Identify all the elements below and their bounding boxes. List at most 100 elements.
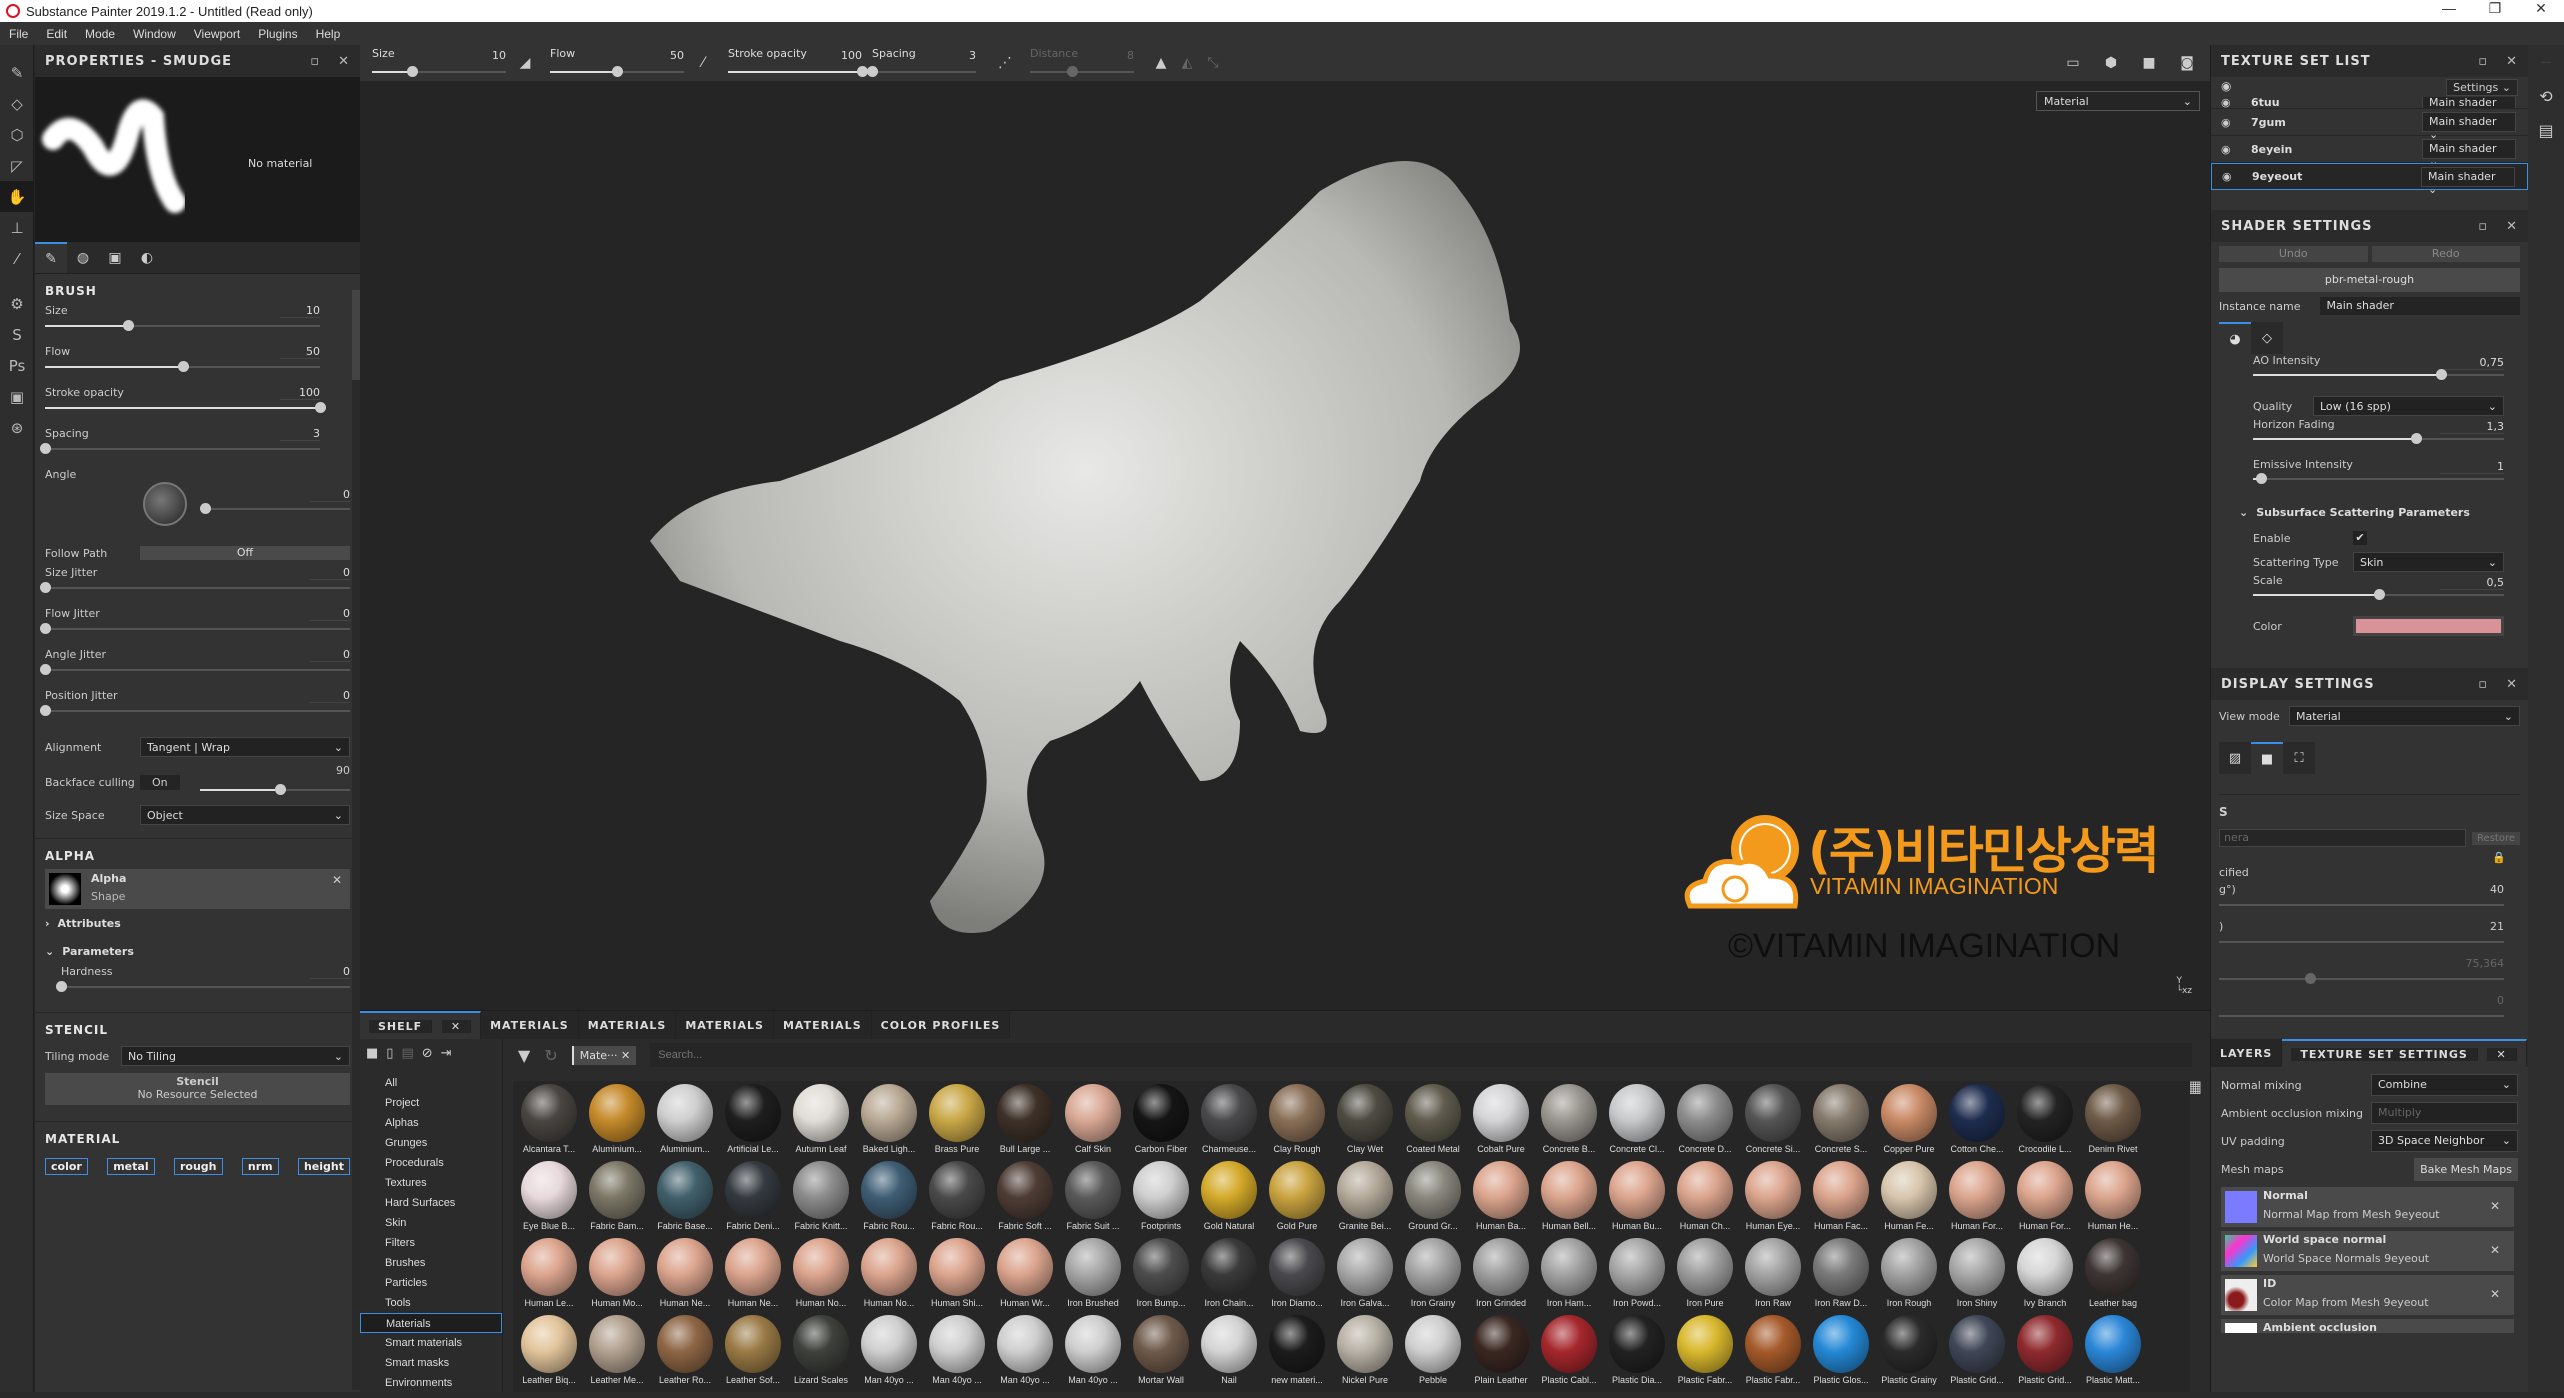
category-item[interactable]: Particles bbox=[360, 1273, 502, 1293]
material-item[interactable]: Man 40yo ... bbox=[991, 1312, 1059, 1389]
tab-color-profiles[interactable]: COLOR PROFILES bbox=[871, 1011, 1011, 1039]
menu-file[interactable]: File bbox=[0, 27, 37, 41]
material-item[interactable]: Concrete D... bbox=[1671, 1081, 1739, 1158]
material-item[interactable]: Human Wr... bbox=[991, 1235, 1059, 1312]
remove-mesh-map-icon[interactable]: ✕ bbox=[2490, 1243, 2500, 1257]
material-item[interactable]: Concrete Cl... bbox=[1603, 1081, 1671, 1158]
alpha-resource[interactable]: Alpha Shape ✕ bbox=[45, 869, 350, 909]
eraser-icon[interactable]: ◇ bbox=[0, 88, 34, 119]
angle-jitter-value[interactable]: 0 bbox=[310, 648, 350, 662]
category-item[interactable]: Smart materials bbox=[360, 1333, 502, 1353]
backface-culling-toggle[interactable]: On bbox=[140, 774, 180, 790]
grip-handle[interactable]: ┄┄ bbox=[2528, 45, 2564, 79]
toolbar-distance-value[interactable]: 8 bbox=[1127, 49, 1134, 62]
view-mode-dropdown[interactable]: Material ⌄ bbox=[2289, 706, 2520, 726]
material-item[interactable]: Concrete S... bbox=[1807, 1081, 1875, 1158]
material-item[interactable]: Iron Ham... bbox=[1535, 1235, 1603, 1312]
material-item[interactable]: Leather bag bbox=[2079, 1235, 2147, 1312]
tab-materials-2[interactable]: MATERIALS bbox=[578, 1011, 677, 1039]
sss-toggle[interactable]: ⌄ Subsurface Scattering Parameters bbox=[2239, 498, 2520, 526]
paint-brush-icon[interactable]: ✎ bbox=[0, 57, 34, 88]
horizon-fading-value[interactable]: 1,3 bbox=[2440, 420, 2504, 434]
remove-mesh-map-icon[interactable]: ✕ bbox=[2490, 1199, 2500, 1213]
channel-color[interactable]: color bbox=[45, 1158, 88, 1175]
material-item[interactable]: Leather Ro... bbox=[651, 1312, 719, 1389]
category-item[interactable]: Filters bbox=[360, 1233, 502, 1253]
aperture-slider[interactable] bbox=[2219, 1015, 2504, 1017]
material-item[interactable]: Plastic Grainy bbox=[1875, 1312, 1943, 1389]
screenshot-icon[interactable]: ◙ bbox=[2174, 55, 2200, 71]
close-icon[interactable]: ✕ bbox=[2506, 677, 2518, 692]
material-item[interactable]: Autumn Leaf bbox=[787, 1081, 855, 1158]
material-item[interactable]: Plastic Fabr... bbox=[1671, 1312, 1739, 1389]
material-item[interactable]: Ground Gr... bbox=[1399, 1158, 1467, 1235]
slider-knob[interactable] bbox=[275, 784, 286, 795]
material-item[interactable]: Gold Pure bbox=[1263, 1158, 1331, 1235]
toolbar-size-slider[interactable]: Size 10 bbox=[372, 45, 512, 81]
category-item[interactable]: Alphas bbox=[360, 1113, 502, 1133]
float-icon[interactable]: ▫ bbox=[2478, 677, 2488, 692]
material-item[interactable]: Plastic Fabr... bbox=[1739, 1312, 1807, 1389]
camera-tab-icon[interactable]: ■ bbox=[2251, 742, 2283, 774]
material-item[interactable]: Mortar Wall bbox=[1127, 1312, 1195, 1389]
tab-materials-4[interactable]: MATERIALS bbox=[773, 1011, 872, 1039]
material-item[interactable]: Iron Rough bbox=[1875, 1235, 1943, 1312]
material-item[interactable]: Cotton Che... bbox=[1943, 1081, 2011, 1158]
maximize-button[interactable]: ❐ bbox=[2472, 0, 2518, 17]
float-icon[interactable]: ▫ bbox=[310, 54, 320, 69]
menu-window[interactable]: Window bbox=[124, 27, 185, 41]
category-item[interactable]: Procedurals bbox=[360, 1153, 502, 1173]
material-item[interactable]: Human For... bbox=[2011, 1158, 2079, 1235]
material-item[interactable]: Human Bell... bbox=[1535, 1158, 1603, 1235]
material-item[interactable]: Gold Natural bbox=[1195, 1158, 1263, 1235]
spacing-value[interactable]: 3 bbox=[280, 427, 320, 441]
material-item[interactable]: Fabric Base... bbox=[651, 1158, 719, 1235]
texture-set-row[interactable]: ◉ 7gum Main shader ⌄ bbox=[2211, 109, 2528, 141]
slider-knob[interactable] bbox=[122, 320, 134, 331]
quality-dropdown[interactable]: Low (16 spp) ⌄ bbox=[2313, 396, 2504, 416]
shader-dropdown[interactable]: Main shader ⌄ bbox=[2422, 139, 2516, 168]
pen-pressure-icon[interactable]: ◢ bbox=[512, 55, 538, 71]
toolbar-flow-value[interactable]: 50 bbox=[670, 49, 684, 62]
folder-icon[interactable]: ■ bbox=[366, 1046, 378, 1061]
slider-knob[interactable] bbox=[40, 443, 51, 454]
channel-nrm[interactable]: nrm bbox=[241, 1158, 279, 1175]
scale-slider[interactable]: Scale 0,5 bbox=[2253, 574, 2504, 614]
substance-share-icon[interactable]: ⚙ bbox=[0, 288, 34, 319]
material-item[interactable]: Plastic Grid... bbox=[2011, 1312, 2079, 1389]
material-item[interactable]: Granite Bei... bbox=[1331, 1158, 1399, 1235]
material-item[interactable]: Man 40yo ... bbox=[1059, 1312, 1127, 1389]
horizon-fading-slider[interactable]: Horizon Fading 1,3 bbox=[2253, 418, 2504, 458]
tab-shelf[interactable]: SHELF ✕ bbox=[360, 1011, 482, 1039]
material-item[interactable]: Human Fac... bbox=[1807, 1158, 1875, 1235]
shelf-search-input[interactable] bbox=[650, 1043, 2192, 1067]
hide-icon[interactable]: ⊘ bbox=[422, 1046, 433, 1061]
eye-icon[interactable]: ◉ bbox=[2221, 143, 2243, 156]
material-item[interactable]: Human Ch... bbox=[1671, 1158, 1739, 1235]
stroke-opacity-slider[interactable]: Stroke opacity 100 bbox=[45, 386, 350, 427]
slider-knob[interactable] bbox=[200, 503, 211, 514]
shader-geometry-tab-icon[interactable]: ◇ bbox=[2251, 322, 2283, 354]
scattering-type-dropdown[interactable]: Skin ⌄ bbox=[2353, 552, 2504, 572]
toolbar-distance-slider[interactable]: Distance 8 bbox=[1030, 45, 1140, 81]
menu-help[interactable]: Help bbox=[307, 27, 350, 41]
focus-distance-value[interactable]: 75,364 bbox=[2219, 957, 2520, 970]
position-jitter-slider[interactable]: Position Jitter 0 bbox=[40, 689, 350, 730]
emissive-intensity-value[interactable]: 1 bbox=[2440, 460, 2504, 474]
material-item[interactable]: new materi... bbox=[1263, 1312, 1331, 1389]
eye-icon[interactable]: ◉ bbox=[2221, 116, 2243, 129]
material-item[interactable]: Iron Brushed bbox=[1059, 1235, 1127, 1312]
material-item[interactable]: Human Mo... bbox=[583, 1235, 651, 1312]
hardness-slider[interactable]: Hardness 0 bbox=[56, 965, 350, 1006]
flow-pressure-icon[interactable]: ⁄ bbox=[690, 55, 716, 71]
smudge-icon[interactable]: ✋ bbox=[0, 181, 34, 212]
material-item[interactable]: Fabric Suit ... bbox=[1059, 1158, 1127, 1235]
bake-mesh-maps-button[interactable]: Bake Mesh Maps bbox=[2414, 1157, 2518, 1181]
material-item[interactable]: Crocodile L... bbox=[2011, 1081, 2079, 1158]
fov-slider[interactable] bbox=[2219, 904, 2504, 906]
shader-dropdown[interactable]: Main shader ⌄ bbox=[2421, 166, 2515, 196]
material-item[interactable]: Concrete B... bbox=[1535, 1081, 1603, 1158]
material-item[interactable]: Iron Chain... bbox=[1195, 1235, 1263, 1312]
material-item[interactable]: Baked Ligh... bbox=[855, 1081, 923, 1158]
menu-edit[interactable]: Edit bbox=[37, 27, 76, 41]
